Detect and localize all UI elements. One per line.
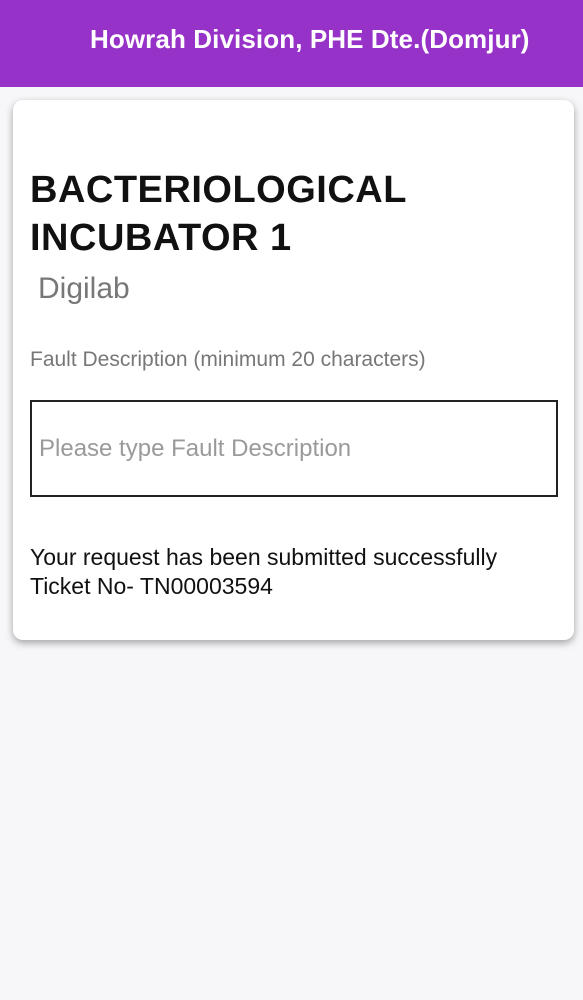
success-message: Your request has been submitted successf…: [30, 544, 498, 570]
fault-description-input[interactable]: [30, 400, 558, 497]
app-title: Howrah Division, PHE Dte.(Domjur): [90, 24, 530, 54]
equipment-brand: Digilab: [38, 272, 130, 305]
submission-status: Your request has been submitted successf…: [30, 543, 497, 601]
equipment-name: BACTERIOLOGICAL INCUBATOR 1: [30, 169, 407, 259]
fault-description-label: Fault Description (minimum 20 characters…: [30, 348, 426, 371]
ticket-number: Ticket No- TN00003594: [30, 573, 273, 599]
equipment-card: BACTERIOLOGICAL INCUBATOR 1 Digilab Faul…: [13, 100, 574, 640]
app-bar: Howrah Division, PHE Dte.(Domjur): [0, 0, 583, 87]
